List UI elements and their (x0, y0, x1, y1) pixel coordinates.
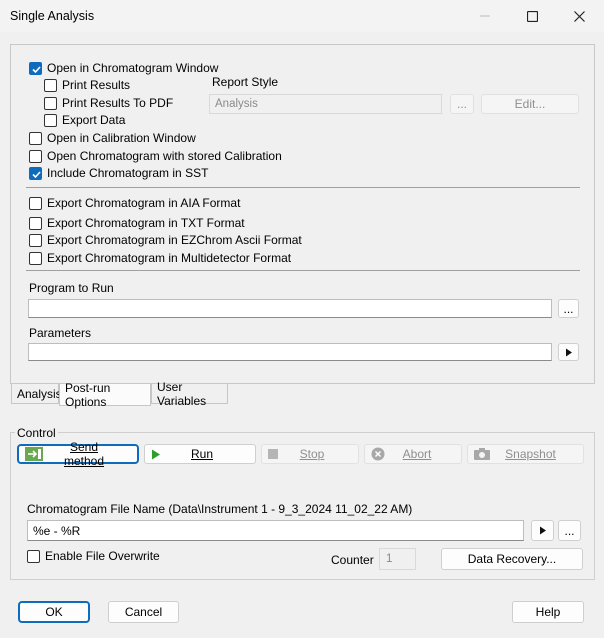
checkbox[interactable] (29, 251, 42, 265)
abort-icon (371, 447, 385, 461)
play-icon (539, 526, 546, 535)
window-title: Single Analysis (10, 9, 95, 23)
parameters-label: Parameters (29, 326, 92, 340)
open-calibration-window-option[interactable]: Open in Calibration Window (29, 131, 196, 145)
option-label: Export Chromatogram in EZChrom Ascii For… (47, 233, 302, 247)
tab-label: User Variables (157, 379, 207, 408)
counter-field[interactable]: 1 (379, 548, 416, 570)
file-name-insert-button[interactable] (531, 520, 554, 541)
send-method-button[interactable]: Send method (17, 440, 139, 468)
print-results-pdf-option[interactable]: Print Results To PDF (44, 96, 173, 110)
divider (26, 187, 580, 188)
tab-post-run-options[interactable]: Post-run Options (59, 380, 151, 409)
stop-icon (268, 449, 278, 459)
checkbox[interactable] (29, 216, 42, 230)
checkbox-checked[interactable] (29, 61, 42, 75)
button-label: Run (190, 447, 213, 461)
option-label: Export Data (62, 113, 126, 127)
enable-overwrite-option[interactable]: Enable File Overwrite (27, 549, 160, 563)
report-style-edit-button[interactable]: Edit... (481, 94, 579, 114)
button-label: Snapshot (505, 447, 556, 461)
play-icon (565, 348, 572, 356)
option-label: Enable File Overwrite (45, 549, 160, 563)
checkbox[interactable] (29, 196, 42, 210)
export-multidetector-option[interactable]: Export Chromatogram in Multidetector For… (29, 251, 291, 265)
checkbox[interactable] (27, 549, 40, 563)
stop-button[interactable]: Stop (261, 444, 359, 464)
file-name-input[interactable]: %e - %R (27, 520, 524, 541)
run-button[interactable]: Run (144, 444, 256, 464)
minimize-button[interactable] (462, 0, 508, 32)
checkbox[interactable] (29, 149, 42, 163)
button-label: Stop (299, 447, 325, 461)
include-in-sst-option[interactable]: Include Chromatogram in SST (29, 166, 208, 180)
option-label: Open in Calibration Window (47, 131, 196, 145)
option-label: Print Results (62, 78, 131, 92)
open-chromatogram-window-option[interactable]: Open in Chromatogram Window (29, 61, 218, 75)
button-label: Send method (63, 440, 105, 468)
report-style-label: Report Style (212, 75, 279, 89)
print-results-option[interactable]: Print Results (44, 78, 130, 92)
tab-analysis[interactable]: Analysis (11, 384, 62, 404)
option-label: Open in Chromatogram Window (47, 61, 219, 75)
file-name-browse-button[interactable]: ... (558, 520, 581, 541)
tab-user-variables[interactable]: User Variables (151, 380, 228, 408)
tab-label: Post-run Options (65, 380, 111, 409)
option-label: Print Results To PDF (62, 96, 174, 110)
checkbox[interactable] (29, 233, 42, 247)
export-data-option[interactable]: Export Data (44, 113, 125, 127)
checkbox[interactable] (44, 96, 57, 110)
option-label: Open Chromatogram with stored Calibratio… (47, 149, 282, 163)
abort-button[interactable]: Abort (364, 444, 462, 464)
export-txt-option[interactable]: Export Chromatogram in TXT Format (29, 216, 245, 230)
close-icon (573, 10, 585, 22)
report-style-browse-button[interactable]: ... (450, 94, 474, 114)
report-style-field[interactable]: Analysis (209, 94, 442, 114)
maximize-button[interactable] (509, 0, 555, 32)
checkbox[interactable] (44, 113, 57, 127)
checkbox-checked[interactable] (29, 166, 42, 180)
ok-button[interactable]: OK (18, 601, 90, 623)
file-name-label: Chromatogram File Name (Data\Instrument … (27, 502, 413, 516)
program-to-run-label: Program to Run (29, 281, 114, 295)
data-recovery-button[interactable]: Data Recovery... (441, 548, 583, 570)
parameters-insert-button[interactable] (558, 343, 579, 361)
export-ezchrom-option[interactable]: Export Chromatogram in EZChrom Ascii For… (29, 233, 302, 247)
snapshot-button[interactable]: Snapshot (467, 444, 584, 464)
option-label: Include Chromatogram in SST (47, 166, 209, 180)
minimize-icon (480, 15, 490, 17)
option-label: Export Chromatogram in AIA Format (47, 196, 241, 210)
divider (26, 270, 580, 271)
help-button[interactable]: Help (512, 601, 584, 623)
option-label: Export Chromatogram in TXT Format (47, 216, 245, 230)
camera-icon (474, 448, 490, 460)
run-play-icon (152, 449, 160, 459)
option-label: Export Chromatogram in Multidetector For… (47, 251, 292, 265)
parameters-input[interactable] (28, 343, 552, 361)
checkbox[interactable] (44, 78, 57, 92)
send-method-icon (25, 447, 43, 461)
counter-label: Counter (331, 553, 374, 567)
open-with-stored-calibration-option[interactable]: Open Chromatogram with stored Calibratio… (29, 149, 282, 163)
maximize-icon (526, 10, 538, 22)
control-group-label: Control (15, 426, 58, 440)
export-aia-option[interactable]: Export Chromatogram in AIA Format (29, 196, 240, 210)
checkbox[interactable] (29, 131, 42, 145)
close-button[interactable] (556, 0, 602, 32)
button-label: Abort (402, 447, 432, 461)
tab-label: Analysis (17, 386, 62, 401)
program-browse-button[interactable]: ... (558, 299, 579, 318)
program-to-run-input[interactable] (28, 299, 552, 318)
cancel-button[interactable]: Cancel (108, 601, 179, 623)
